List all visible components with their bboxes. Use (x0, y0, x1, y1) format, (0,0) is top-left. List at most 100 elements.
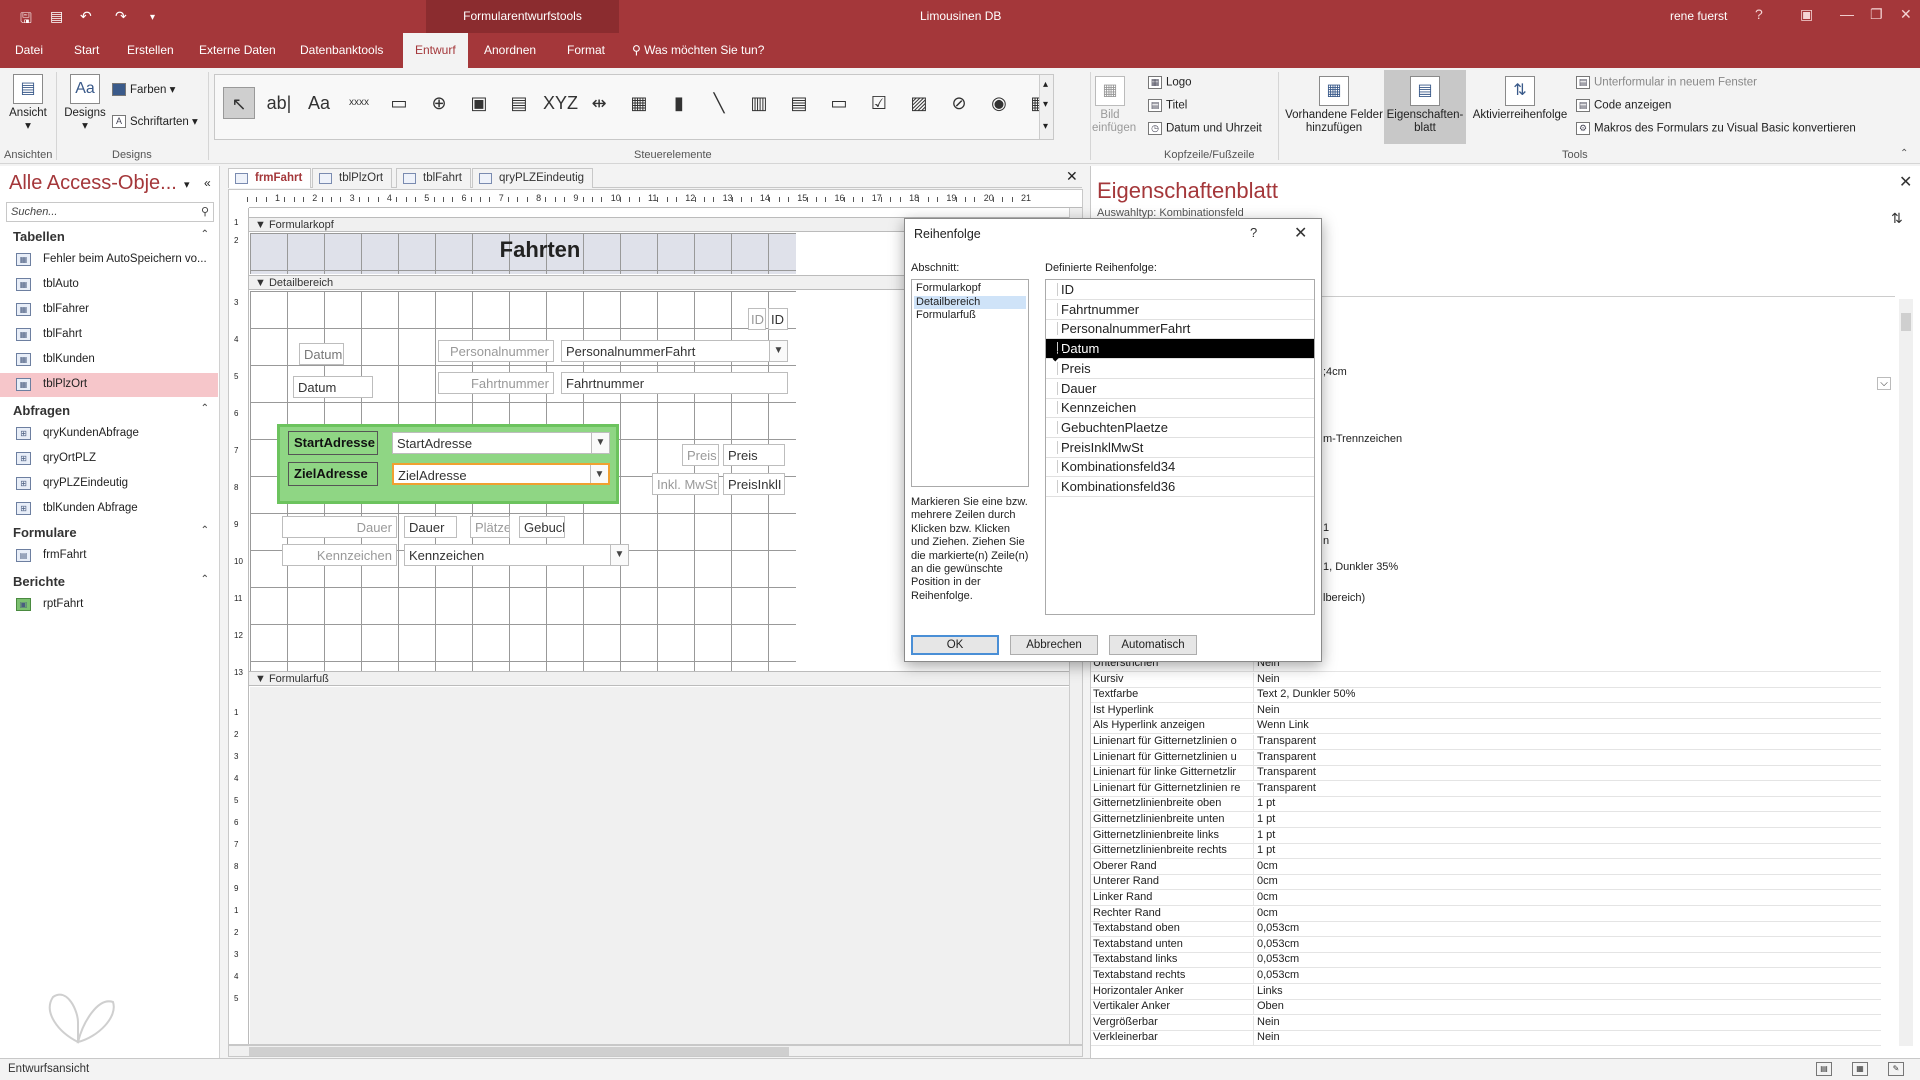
cancel-button[interactable]: Abbrechen (1010, 635, 1098, 655)
scroll-thumb[interactable] (249, 1047, 789, 1056)
property-value[interactable]: 0,053cm (1253, 969, 1299, 984)
personalnummer-label[interactable]: Personalnummer (438, 340, 554, 362)
close-icon[interactable]: ✕ (1900, 6, 1912, 23)
property-partial-value[interactable]: m-Trennzeichen (1323, 433, 1402, 445)
fahrtnummer-label[interactable]: Fahrtnummer (438, 372, 554, 394)
form-view-icon[interactable]: ▤ (1816, 1062, 1832, 1076)
property-row[interactable]: Verkleinerbar Nein (1091, 1030, 1881, 1047)
save-icon[interactable]: 🖫 (20, 8, 32, 32)
control-tool-8[interactable]: XYZ (543, 87, 578, 119)
schriftarten-button[interactable]: A Schriftarten ▾ (112, 114, 198, 129)
property-value[interactable]: Nein (1253, 703, 1280, 719)
control-tool-11[interactable]: ▮ (663, 87, 695, 119)
property-partial-value[interactable]: n (1323, 535, 1329, 547)
order-item-preisinklmwst[interactable]: PreisInklMwSt (1046, 438, 1314, 458)
nav-section-formulare[interactable]: Formulare ⌃ (13, 525, 209, 540)
startadresse-combo[interactable]: StartAdresse ▼ (392, 432, 610, 454)
row-selector[interactable] (1048, 460, 1058, 474)
maximize-icon[interactable]: ❐ (1870, 6, 1883, 23)
more-controls-icon[interactable]: ▾ (1043, 121, 1048, 132)
minimize-icon[interactable]: — (1840, 6, 1854, 22)
property-value[interactable]: 0cm (1253, 859, 1278, 875)
nav-section-berichte[interactable]: Berichte ⌃ (13, 574, 209, 589)
property-value[interactable]: 1 pt (1253, 797, 1275, 813)
control-tool-15[interactable]: ▭ (823, 87, 855, 119)
control-tool-17[interactable]: ▨ (903, 87, 935, 119)
logo-button[interactable]: ▦ Logo (1148, 76, 1192, 89)
property-value[interactable]: Transparent (1253, 766, 1316, 782)
property-value[interactable]: Oben (1253, 1000, 1284, 1016)
startadresse-label[interactable]: StartAdresse (288, 431, 378, 455)
nav-section-tabellen[interactable]: Tabellen ⌃ (13, 229, 209, 244)
doc-tab-qryplzeindeutig[interactable]: qryPLZEindeutig (472, 168, 594, 188)
property-value[interactable]: 1 pt (1253, 828, 1275, 844)
chevron-down-icon[interactable]: ▼ (591, 433, 609, 453)
chevron-down-icon[interactable]: ▾ (1043, 99, 1048, 110)
property-value[interactable]: Nein (1253, 1015, 1280, 1031)
property-row[interactable]: Gitternetzlinienbreite oben 1 pt (1091, 796, 1881, 813)
nav-search-input[interactable]: Suchen... ⚲ (6, 202, 214, 222)
chevron-up-icon[interactable]: ▴ (1043, 79, 1048, 90)
layout-view-icon[interactable]: ▦ (1852, 1062, 1868, 1076)
tab-entwurf[interactable]: Entwurf (403, 33, 468, 68)
property-row[interactable]: Unterer Rand 0cm (1091, 874, 1881, 891)
design-horizontal-scrollbar[interactable] (228, 1045, 1083, 1057)
property-value[interactable]: Wenn Link (1253, 719, 1309, 735)
inkl-mwst-label[interactable]: Inkl. MwSt (652, 473, 719, 495)
close-icon[interactable]: ✕ (1294, 223, 1307, 243)
preis-field[interactable]: Preis (723, 444, 785, 466)
control-tool-10[interactable]: ▦ (623, 87, 655, 119)
row-selector[interactable] (1048, 440, 1058, 454)
property-value[interactable]: Nein (1253, 1031, 1280, 1047)
zieladresse-label[interactable]: ZielAdresse (288, 462, 378, 486)
property-value[interactable]: 1 pt (1253, 813, 1275, 828)
property-value[interactable]: Transparent (1253, 750, 1316, 766)
kennzeichen-label[interactable]: Kennzeichen (282, 544, 397, 566)
property-row[interactable]: Vergrößerbar Nein (1091, 1015, 1881, 1031)
order-item-kombinationsfeld36[interactable]: Kombinationsfeld36 (1046, 477, 1314, 497)
property-value[interactable]: 0,053cm (1253, 922, 1299, 938)
property-row[interactable]: Gitternetzlinienbreite rechts 1 pt (1091, 843, 1881, 860)
help-icon[interactable]: ? (1755, 6, 1763, 22)
datum-field[interactable]: Datum (293, 376, 373, 398)
tab-externe-daten[interactable]: Externe Daten (199, 43, 276, 57)
nav-item-qrykundenabfrage[interactable]: ⊞ qryKundenAbfrage (0, 422, 218, 446)
order-item-kennzeichen[interactable]: Kennzeichen (1046, 398, 1314, 419)
chevron-down-icon[interactable]: ▼ (590, 465, 608, 483)
tab-start[interactable]: Start (74, 43, 99, 57)
property-value[interactable]: 0,053cm (1253, 953, 1299, 969)
fahrtnummer-field[interactable]: Fahrtnummer (561, 372, 788, 394)
row-selector[interactable] (1048, 302, 1058, 316)
collapse-ribbon-icon[interactable]: ⌃ (1900, 148, 1908, 159)
control-tool-0[interactable]: ↖ (223, 87, 255, 119)
nav-item-tblauto[interactable]: ▦ tblAuto (0, 273, 218, 297)
control-tool-6[interactable]: ▣ (463, 87, 495, 119)
property-row[interactable]: Linienart für Gitternetzlinien re Transpa… (1091, 781, 1881, 797)
property-row[interactable]: Textfarbe Text 2, Dunkler 50% (1091, 687, 1881, 704)
property-row[interactable]: Textabstand oben 0,053cm (1091, 921, 1881, 938)
section-formularfuss[interactable]: ▼ Formularfuß (249, 671, 1082, 686)
titel-button[interactable]: ▤ Titel (1148, 99, 1187, 112)
tab-anordnen[interactable]: Anordnen (484, 43, 536, 57)
control-tool-19[interactable]: ◉ (983, 87, 1015, 119)
row-selector[interactable] (1048, 420, 1058, 434)
row-selector[interactable] (1048, 283, 1058, 296)
property-row[interactable]: Oberer Rand 0cm (1091, 859, 1881, 875)
property-value[interactable]: Text 2, Dunkler 50% (1253, 688, 1355, 704)
help-icon[interactable]: ? (1250, 225, 1257, 240)
datum-label[interactable]: Datum (299, 343, 344, 365)
property-row[interactable]: Linienart für Gitternetzlinien o Transpar… (1091, 734, 1881, 750)
ok-button[interactable]: OK (911, 635, 999, 655)
order-item-kombinationsfeld34[interactable]: Kombinationsfeld34 (1046, 457, 1314, 478)
order-list[interactable]: ID Fahrtnummer PersonalnummerFahrt Datum Pre… (1045, 279, 1315, 615)
control-tool-4[interactable]: ▭ (383, 87, 415, 119)
property-row[interactable]: Textabstand links 0,053cm (1091, 952, 1881, 969)
abschnitt-list[interactable]: Formularkopf Detailbereich Formularfuß (911, 279, 1029, 487)
nav-collapse-icon[interactable]: « (204, 176, 211, 190)
control-tool-13[interactable]: ▥ (743, 87, 775, 119)
preis-label[interactable]: Preis (682, 444, 719, 466)
gallery-scroll[interactable]: ▴ ▾ ▾ (1039, 75, 1053, 139)
design-view-icon[interactable]: ✎ (1888, 1062, 1904, 1076)
control-tool-5[interactable]: ⊕ (423, 87, 455, 119)
scroll-thumb[interactable] (1901, 313, 1911, 331)
